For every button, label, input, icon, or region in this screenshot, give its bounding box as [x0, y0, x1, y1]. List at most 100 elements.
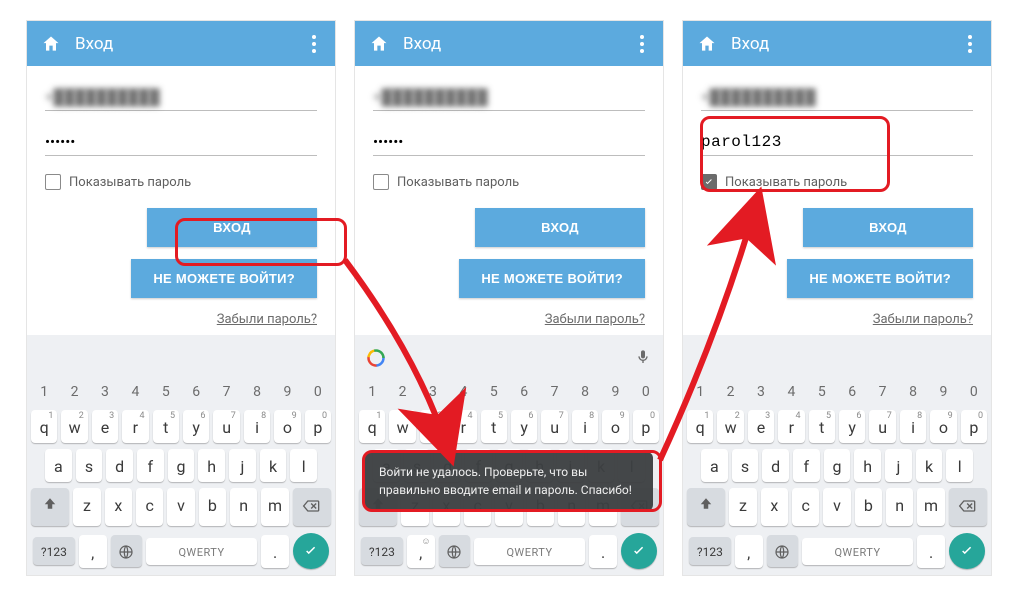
- key-5[interactable]: 5: [153, 380, 179, 404]
- key-5[interactable]: 5: [481, 380, 507, 404]
- key-t[interactable]: t5: [481, 410, 507, 443]
- key-i[interactable]: i8: [900, 410, 926, 443]
- password-field[interactable]: ••••••: [45, 129, 317, 156]
- key-6[interactable]: 6: [183, 380, 209, 404]
- key-o[interactable]: o9: [602, 410, 628, 443]
- comma-key[interactable]: ,: [79, 535, 107, 568]
- show-password-checkbox[interactable]: Показывать пароль: [45, 174, 317, 190]
- overflow-menu-icon[interactable]: [959, 35, 981, 53]
- key-8[interactable]: 8: [572, 380, 598, 404]
- forgot-password-link[interactable]: Забыли пароль?: [545, 312, 645, 327]
- key-3[interactable]: 3: [748, 380, 774, 404]
- key-q[interactable]: q1: [31, 410, 57, 443]
- password-field[interactable]: parol123: [701, 129, 973, 156]
- key-z[interactable]: z: [73, 488, 100, 526]
- space-key[interactable]: QWERTY: [146, 538, 257, 565]
- key-d[interactable]: d: [762, 449, 789, 482]
- key-o[interactable]: o9: [930, 410, 956, 443]
- key-m[interactable]: m: [261, 488, 288, 526]
- key-w[interactable]: w2: [717, 410, 743, 443]
- login-button[interactable]: ВХОД: [475, 208, 645, 247]
- key-o[interactable]: o9: [274, 410, 300, 443]
- key-f[interactable]: f: [793, 449, 820, 482]
- shift-key[interactable]: [31, 488, 69, 526]
- password-field[interactable]: ••••••: [373, 129, 645, 156]
- comma-key[interactable]: ,☺: [407, 535, 435, 568]
- enter-key[interactable]: [949, 533, 985, 569]
- key-e[interactable]: e3: [420, 410, 446, 443]
- key-6[interactable]: 6: [511, 380, 537, 404]
- key-q[interactable]: q1: [359, 410, 385, 443]
- key-u[interactable]: u7: [869, 410, 895, 443]
- key-1[interactable]: 1: [687, 380, 713, 404]
- key-l[interactable]: l: [946, 449, 973, 482]
- key-m[interactable]: m: [917, 488, 944, 526]
- key-c[interactable]: c: [792, 488, 819, 526]
- key-h[interactable]: h: [854, 449, 881, 482]
- key-0[interactable]: 0: [633, 380, 659, 404]
- key-e[interactable]: e3: [748, 410, 774, 443]
- key-4[interactable]: 4: [450, 380, 476, 404]
- key-p[interactable]: p0: [633, 410, 659, 443]
- key-9[interactable]: 9: [274, 380, 300, 404]
- overflow-menu-icon[interactable]: [631, 35, 653, 53]
- overflow-menu-icon[interactable]: [303, 35, 325, 53]
- show-password-checkbox[interactable]: Показывать пароль: [701, 174, 973, 190]
- key-i[interactable]: i8: [244, 410, 270, 443]
- login-button[interactable]: ВХОД: [803, 208, 973, 247]
- backspace-key[interactable]: [949, 488, 987, 526]
- key-u[interactable]: u7: [541, 410, 567, 443]
- symbols-key[interactable]: ?123: [689, 537, 731, 565]
- login-button[interactable]: ВХОД: [147, 208, 317, 247]
- home-icon[interactable]: [41, 34, 61, 54]
- key-i[interactable]: i8: [572, 410, 598, 443]
- key-3[interactable]: 3: [420, 380, 446, 404]
- enter-key[interactable]: [293, 533, 329, 569]
- key-2[interactable]: 2: [389, 380, 415, 404]
- key-w[interactable]: w2: [61, 410, 87, 443]
- key-k[interactable]: k: [916, 449, 943, 482]
- space-key[interactable]: QWERTY: [474, 538, 585, 565]
- shift-key[interactable]: [687, 488, 725, 526]
- key-p[interactable]: p0: [961, 410, 987, 443]
- key-v[interactable]: v: [167, 488, 194, 526]
- key-t[interactable]: t5: [153, 410, 179, 443]
- email-field[interactable]: +██████████: [45, 84, 317, 111]
- key-z[interactable]: z: [729, 488, 756, 526]
- key-q[interactable]: q1: [687, 410, 713, 443]
- symbols-key[interactable]: ?123: [33, 537, 75, 565]
- email-field[interactable]: +██████████: [373, 84, 645, 111]
- forgot-password-link[interactable]: Забыли пароль?: [873, 312, 973, 327]
- key-3[interactable]: 3: [92, 380, 118, 404]
- home-icon[interactable]: [369, 34, 389, 54]
- key-4[interactable]: 4: [122, 380, 148, 404]
- home-icon[interactable]: [697, 34, 717, 54]
- period-key[interactable]: .: [917, 535, 945, 568]
- google-icon[interactable]: [365, 347, 387, 369]
- key-f[interactable]: f: [137, 449, 164, 482]
- key-7[interactable]: 7: [869, 380, 895, 404]
- key-b[interactable]: b: [855, 488, 882, 526]
- key-g[interactable]: g: [168, 449, 195, 482]
- cant-login-button[interactable]: НЕ МОЖЕТЕ ВОЙТИ?: [131, 259, 317, 298]
- key-u[interactable]: u7: [213, 410, 239, 443]
- key-y[interactable]: y6: [511, 410, 537, 443]
- key-4[interactable]: 4: [778, 380, 804, 404]
- key-x[interactable]: x: [105, 488, 132, 526]
- show-password-checkbox[interactable]: Показывать пароль: [373, 174, 645, 190]
- key-s[interactable]: s: [732, 449, 759, 482]
- microphone-icon[interactable]: [635, 349, 653, 367]
- key-a[interactable]: a: [45, 449, 72, 482]
- key-l[interactable]: l: [290, 449, 317, 482]
- key-7[interactable]: 7: [541, 380, 567, 404]
- key-e[interactable]: e3: [92, 410, 118, 443]
- key-2[interactable]: 2: [717, 380, 743, 404]
- key-w[interactable]: w2: [389, 410, 415, 443]
- key-j[interactable]: j: [229, 449, 256, 482]
- key-b[interactable]: b: [199, 488, 226, 526]
- enter-key[interactable]: [621, 533, 657, 569]
- key-8[interactable]: 8: [900, 380, 926, 404]
- key-v[interactable]: v: [823, 488, 850, 526]
- key-0[interactable]: 0: [961, 380, 987, 404]
- forgot-password-link[interactable]: Забыли пароль?: [217, 312, 317, 327]
